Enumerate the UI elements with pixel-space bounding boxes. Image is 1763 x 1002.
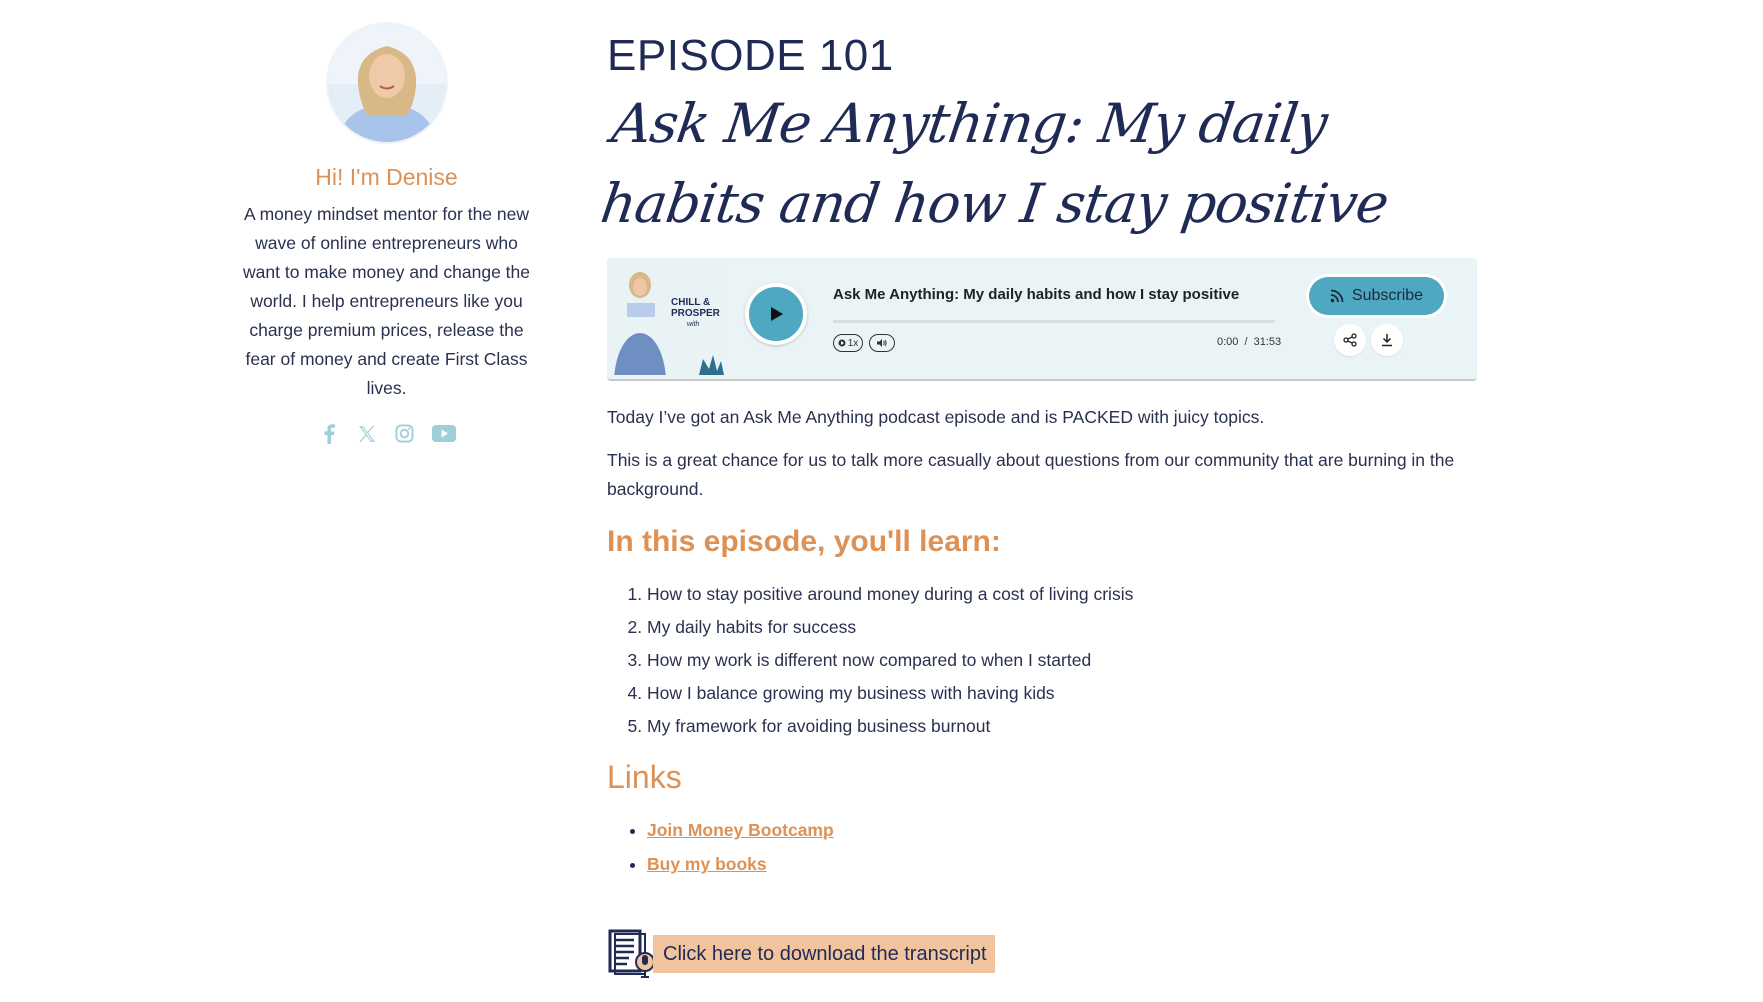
download-transcript-button[interactable]: Click here to download the transcript [607,928,995,980]
speed-value: 1x [847,337,859,349]
download-audio-button[interactable] [1371,324,1403,356]
episode-number: EPISODE 101 [607,31,894,80]
episode-title: Ask Me Anything: My daily habits and how… [597,92,1392,235]
list-item: My framework for avoiding business burno… [647,710,1477,743]
intro-paragraph-1: Today I’ve got an Ask Me Anything podcas… [607,407,1265,427]
list-item: How to stay positive around money during… [647,578,1477,611]
time-current: 0:00 [1217,336,1239,348]
list-item: Buy my books [647,847,1477,881]
list-item: My daily habits for success [647,611,1477,644]
play-icon [771,307,783,321]
podcast-cover: CHILL & PROSPER with [607,263,724,375]
episode-main: EPISODE 101 Ask Me Anything: My daily ha… [597,30,1477,881]
subscribe-label: Subscribe [1351,287,1424,304]
volume-icon [877,339,887,347]
download-transcript-label: Click here to download the transcript [653,935,995,973]
link-money-bootcamp[interactable]: Join Money Bootcamp [647,820,834,840]
cover-title: CHILL & PROSPER [671,297,720,319]
share-icon [1343,333,1357,347]
speed-icon [838,339,846,347]
player-time: 0:00 / 31:53 [1217,336,1281,348]
rss-icon [1330,289,1344,303]
link-buy-books[interactable]: Buy my books [647,854,767,874]
list-item: Join Money Bootcamp [647,813,1477,847]
player-track-title: Ask Me Anything: My daily habits and how… [833,286,1240,303]
subscribe-button[interactable]: Subscribe [1309,277,1444,315]
learn-heading: In this episode, you'll learn: [607,525,1001,558]
intro-paragraph-2: This is a great chance for us to talk mo… [607,450,1455,499]
progress-bar[interactable] [833,320,1275,323]
youtube-icon[interactable] [431,423,456,445]
learn-list: How to stay positive around money during… [607,578,1477,743]
page: Hi! I'm Denise A money mindset mentor fo… [0,0,1763,1002]
facebook-icon[interactable] [318,423,340,445]
cover-with: with [687,321,700,328]
share-button[interactable] [1334,324,1366,356]
greeting: Hi! I'm Denise [315,164,458,190]
volume-button[interactable] [869,334,895,352]
links-list: Join Money Bootcamp Buy my books [607,813,1477,881]
time-separator: / [1244,336,1248,348]
avatar [325,22,448,144]
author-bio: A money mindset mentor for the new wave … [243,203,530,398]
playback-speed-button[interactable]: 1x [833,334,863,352]
instagram-icon[interactable] [394,423,416,445]
list-item: How my work is different now compared to… [647,644,1477,677]
links-heading: Links [607,759,682,795]
transcript-document-icon [608,929,655,978]
time-total: 31:53 [1253,336,1282,348]
play-button[interactable] [745,283,807,345]
podcast-player: CHILL & PROSPER with Ask Me Anything: My… [607,258,1477,381]
social-links [234,423,539,445]
author-sidebar: Hi! I'm Denise A money mindset mentor fo… [234,22,539,445]
list-item: How I balance growing my business with h… [647,677,1477,710]
x-icon[interactable] [356,423,378,445]
download-icon [1382,334,1392,347]
